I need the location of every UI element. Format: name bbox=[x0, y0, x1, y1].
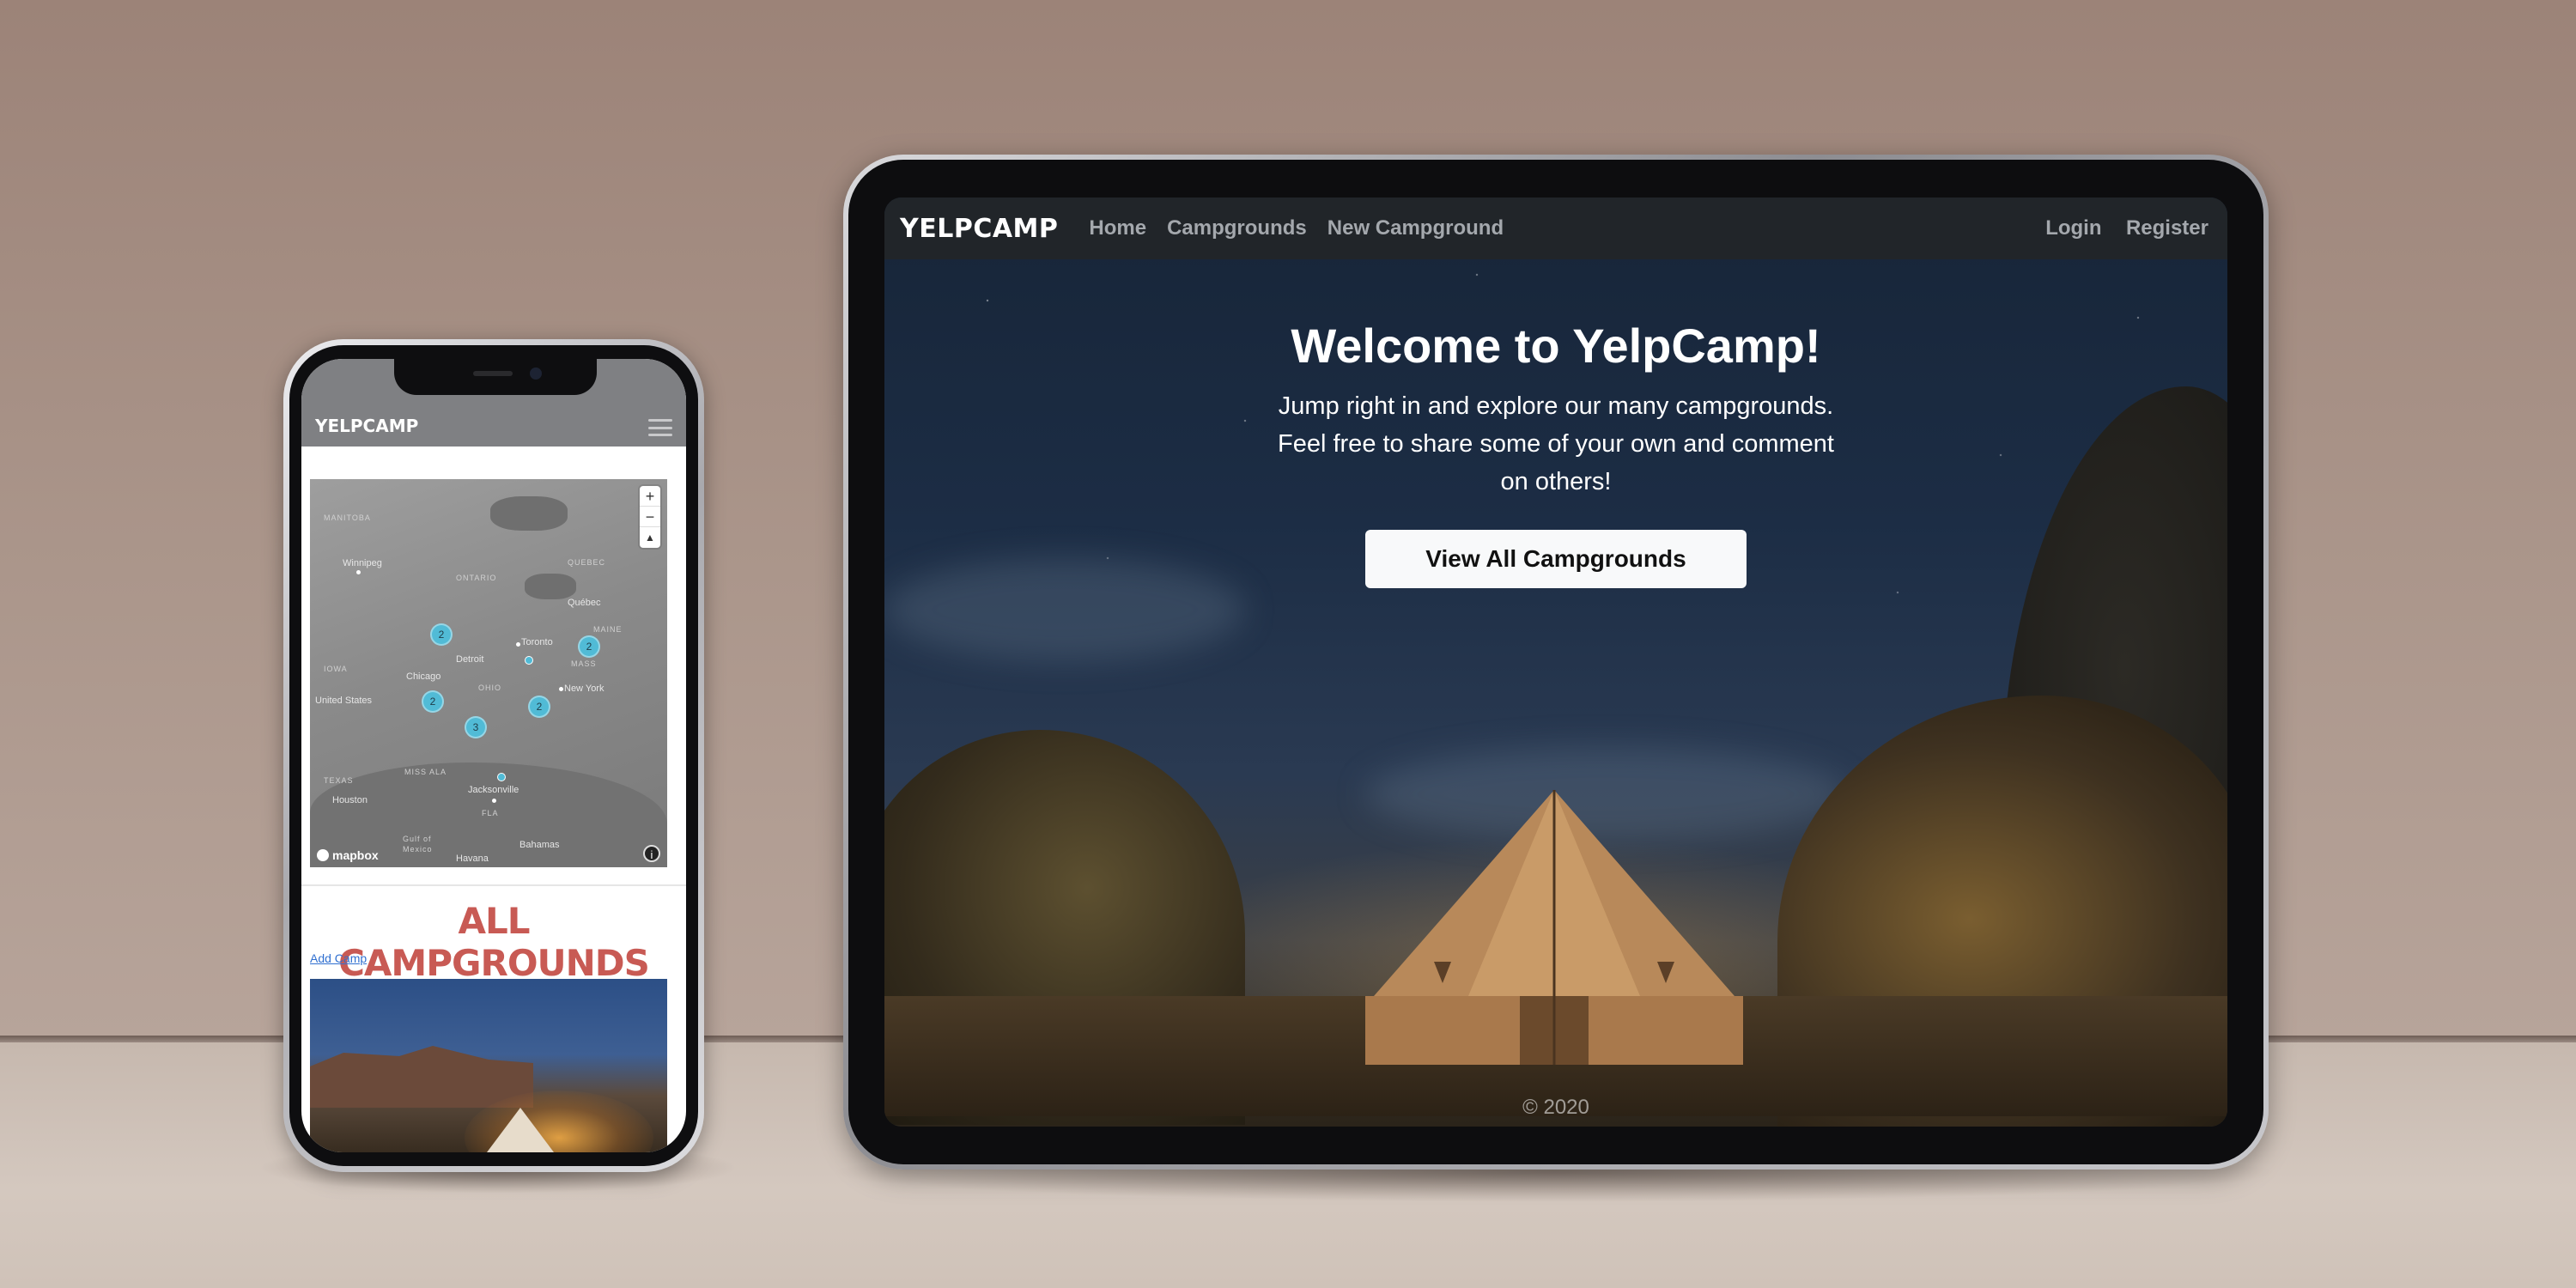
map-label: Winnipeg bbox=[343, 558, 382, 568]
campground-card-image[interactable] bbox=[310, 979, 667, 1152]
city-dot bbox=[492, 799, 496, 803]
cluster-map[interactable]: MANITOBA ONTARIO QUEBEC Winnipeg Québec … bbox=[310, 479, 667, 867]
hero-description: Jump right in and explore our many campg… bbox=[1273, 387, 1839, 501]
section-divider bbox=[301, 884, 686, 886]
map-label: Mexico bbox=[403, 845, 433, 854]
hero-title: Welcome to YelpCamp! bbox=[1291, 319, 1821, 373]
map-cluster-marker[interactable]: 2 bbox=[422, 690, 444, 713]
cliff-shape bbox=[310, 1046, 533, 1108]
map-label: IOWA bbox=[324, 665, 348, 673]
mapbox-logo[interactable]: mapbox bbox=[317, 848, 379, 862]
map-label: Jacksonville bbox=[468, 785, 519, 795]
info-icon[interactable]: i bbox=[643, 845, 660, 862]
city-dot bbox=[356, 570, 361, 574]
phone-bezel: YELPCAMP MANITOBA ONTARIO QUEBEC Winnipe… bbox=[289, 345, 698, 1166]
add-camp-link[interactable]: Add Camp bbox=[310, 951, 367, 965]
lake bbox=[525, 574, 576, 599]
map-cluster-marker[interactable]: 2 bbox=[528, 696, 550, 718]
map-label: QUEBEC bbox=[568, 558, 606, 567]
front-camera bbox=[530, 368, 542, 380]
map-label: Detroit bbox=[456, 654, 484, 665]
map-label: MAINE bbox=[593, 625, 623, 634]
tablet-screen: YELPCAMP Home Campgrounds New Campground… bbox=[884, 197, 2227, 1127]
map-point-marker[interactable] bbox=[497, 773, 506, 781]
nav-link-new-campground[interactable]: New Campground bbox=[1327, 216, 1504, 240]
nav-link-register[interactable]: Register bbox=[2126, 216, 2208, 240]
lake bbox=[490, 496, 568, 531]
hero-content: Welcome to YelpCamp! Jump right in and e… bbox=[884, 318, 2227, 588]
map-label: Toronto bbox=[521, 637, 553, 647]
hero-text-line: on others! bbox=[1500, 468, 1612, 495]
zoom-in-button[interactable]: + bbox=[640, 486, 660, 507]
mapbox-icon bbox=[317, 849, 329, 861]
phone-notch bbox=[394, 359, 597, 395]
map-point-marker[interactable] bbox=[525, 656, 533, 665]
zoom-out-button[interactable]: − bbox=[640, 507, 660, 527]
map-label: FLA bbox=[482, 809, 499, 817]
mapbox-wordmark: mapbox bbox=[332, 848, 379, 862]
map-label: OHIO bbox=[478, 683, 502, 692]
speaker-grille bbox=[473, 371, 513, 376]
brand-logo[interactable]: YELPCAMP bbox=[900, 214, 1058, 244]
map-label: Chicago bbox=[406, 671, 441, 682]
map-label: United States bbox=[315, 696, 373, 706]
map-navigation-controls: + − ▲ bbox=[640, 486, 660, 548]
city-dot bbox=[516, 642, 520, 647]
map-label: Houston bbox=[332, 795, 368, 805]
nav-auth-group: Login Register bbox=[2045, 216, 2212, 240]
mobile-brand-logo[interactable]: YELPCAMP bbox=[315, 416, 648, 436]
hamburger-icon[interactable] bbox=[648, 419, 672, 436]
map-label: Québec bbox=[568, 598, 601, 608]
map-label: ONTARIO bbox=[456, 574, 497, 582]
hero-text-line: Feel free to share some of your own and … bbox=[1278, 430, 1834, 458]
tent-illustration bbox=[1365, 790, 1743, 1065]
map-label: Gulf of bbox=[403, 835, 432, 843]
navbar: YELPCAMP Home Campgrounds New Campground… bbox=[884, 197, 2227, 259]
map-label: MANITOBA bbox=[324, 513, 371, 522]
view-all-campgrounds-button[interactable]: View All Campgrounds bbox=[1365, 530, 1747, 588]
hero-text-line: Jump right in and explore our many campg… bbox=[1278, 392, 1834, 420]
tablet-bezel: YELPCAMP Home Campgrounds New Campground… bbox=[848, 160, 2263, 1164]
map-label: Havana bbox=[456, 854, 489, 864]
map-cluster-marker[interactable]: 2 bbox=[430, 623, 453, 646]
phone-screen: YELPCAMP MANITOBA ONTARIO QUEBEC Winnipe… bbox=[301, 359, 686, 1152]
map-label: MASS bbox=[571, 659, 597, 668]
city-dot bbox=[559, 687, 563, 691]
nav-link-home[interactable]: Home bbox=[1089, 216, 1146, 240]
map-label: Bahamas bbox=[519, 840, 560, 850]
map-label: MISS ALA bbox=[404, 768, 447, 776]
phone-device: YELPCAMP MANITOBA ONTARIO QUEBEC Winnipe… bbox=[283, 339, 704, 1172]
map-cluster-marker[interactable]: 2 bbox=[578, 635, 600, 658]
nav-link-login[interactable]: Login bbox=[2045, 216, 2101, 240]
tablet-device: YELPCAMP Home Campgrounds New Campground… bbox=[843, 155, 2269, 1170]
map-cluster-marker[interactable]: 3 bbox=[465, 716, 487, 738]
compass-button[interactable]: ▲ bbox=[640, 527, 660, 548]
all-campgrounds-title: ALL CAMPGROUNDS bbox=[338, 900, 650, 984]
nav-link-campgrounds[interactable]: Campgrounds bbox=[1167, 216, 1307, 240]
map-label: TEXAS bbox=[324, 776, 354, 785]
footer-copyright: © 2020 bbox=[1522, 1096, 1589, 1119]
map-label: New York bbox=[564, 683, 605, 694]
